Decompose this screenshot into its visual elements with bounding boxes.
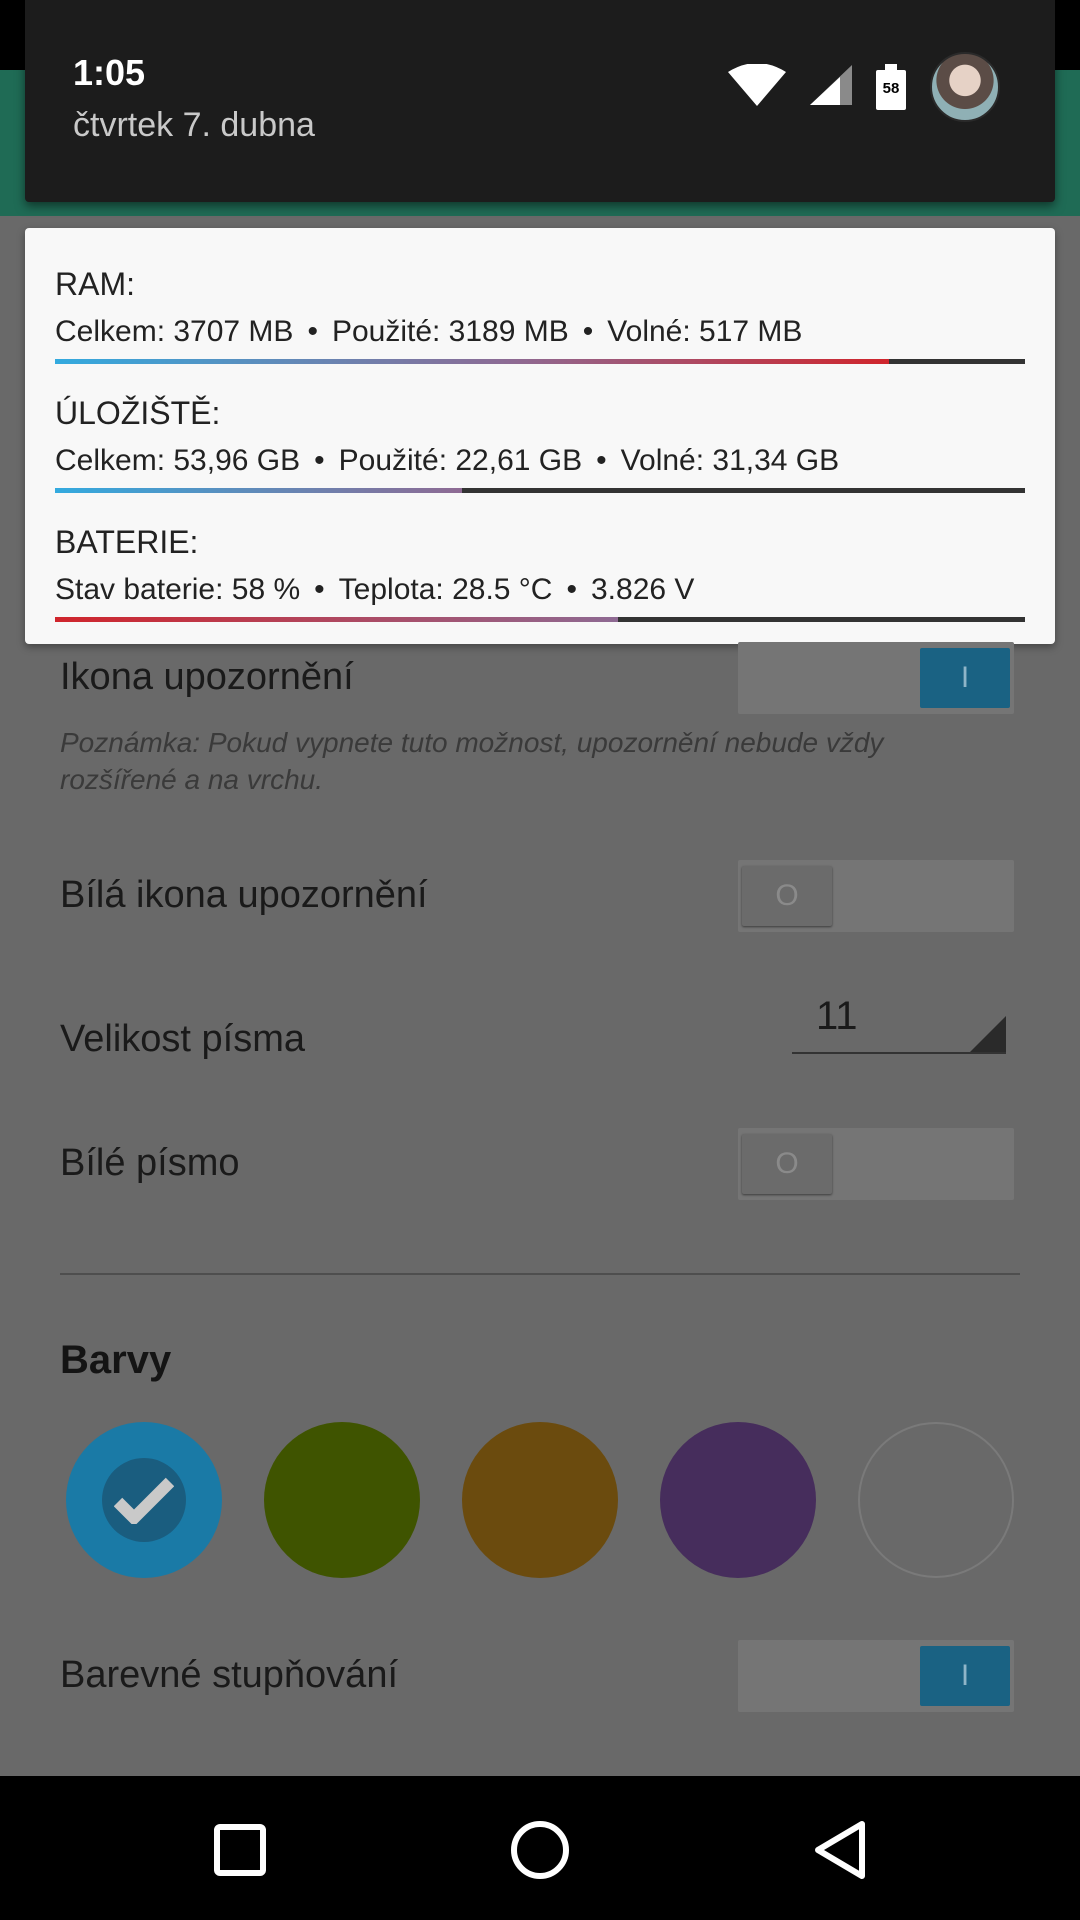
notification-icon-note: Poznámka: Pokud vypnete tuto možnost, up… (60, 727, 884, 795)
clock: 1:05 (73, 52, 146, 93)
toggle-thumb: O (742, 1134, 832, 1194)
home-button[interactable] (500, 1810, 580, 1890)
battery-voltage: 3.826 V (590, 573, 695, 606)
wifi-icon (728, 62, 786, 111)
battery-info: Stav baterie: 58 % • Teplota: 28.5 °C • 3.82… (55, 573, 695, 606)
dropdown-arrow-icon (970, 1016, 1006, 1052)
font-size-label: Velikost písma (60, 1018, 305, 1060)
white-font-toggle[interactable]: O (738, 1128, 1014, 1200)
home-icon (511, 1821, 569, 1879)
ram-used: Použité: 3189 MB (331, 315, 569, 348)
ram-section: RAM: Celkem: 3707 MB • Použité: 3189 MB • Vo… (55, 266, 1025, 364)
battery-level-text: 58 (882, 80, 900, 97)
white-icon-label: Bílá ikona upozornění (60, 874, 428, 916)
ram-usage-fill (55, 359, 890, 364)
divider (60, 1273, 1020, 1275)
font-size-spinner[interactable]: 11 (792, 990, 1006, 1054)
storage-info: Celkem: 53,96 GB • Použité: 22,61 GB • Volné… (55, 444, 840, 477)
storage-title: ÚLOŽIŠTĚ: (55, 395, 221, 431)
notification-icon-label: Ikona upozornění (60, 656, 354, 698)
ram-free: Volné: 517 MB (607, 315, 803, 348)
system-info-card[interactable]: RAM: Celkem: 3707 MB • Použité: 3189 MB • Vo… (25, 228, 1055, 644)
status-icons: 58 (728, 52, 1000, 122)
storage-used: Použité: 22,61 GB (338, 444, 583, 477)
notification-icon-toggle[interactable]: I (738, 642, 1014, 714)
back-button[interactable] (800, 1810, 880, 1890)
recents-icon (214, 1824, 266, 1876)
storage-total: Celkem: 53,96 GB (55, 444, 301, 477)
battery-icon: 58 (876, 64, 906, 110)
color-gradient-toggle[interactable]: I (738, 1640, 1014, 1712)
color-swatch-olive[interactable] (264, 1422, 420, 1578)
notification-shade-header: 1:05 čtvrtek 7. dubna 58 (25, 0, 1055, 202)
color-swatch-blue[interactable] (66, 1422, 222, 1578)
avatar[interactable] (930, 52, 1000, 122)
recents-button[interactable] (200, 1810, 280, 1890)
battery-level-fill (55, 617, 618, 622)
date: čtvrtek 7. dubna (73, 106, 315, 144)
color-gradient-label: Barevné stupňování (60, 1654, 399, 1696)
battery-level-bar (55, 617, 1025, 622)
ram-usage-bar (55, 359, 1025, 364)
toggle-thumb: I (920, 1646, 1010, 1706)
font-size-value: 11 (816, 994, 858, 1038)
battery-section: BATERIE: Stav baterie: 58 % • Teplota: 28.… (55, 524, 1025, 622)
battery-temperature: Teplota: 28.5 °C (338, 573, 553, 606)
storage-usage-fill (55, 488, 463, 493)
ram-info: Celkem: 3707 MB • Použité: 3189 MB • Volné: … (55, 315, 803, 348)
color-swatch-purple[interactable] (660, 1422, 816, 1578)
toggle-thumb: I (920, 648, 1010, 708)
white-font-label: Bílé písmo (60, 1142, 240, 1184)
color-swatch-orange[interactable] (462, 1422, 618, 1578)
storage-usage-bar (55, 488, 1025, 493)
cell-signal-icon (810, 64, 852, 110)
colors-section-title: Barvy (60, 1338, 172, 1382)
toggle-thumb: O (742, 866, 832, 926)
storage-section: ÚLOŽIŠTĚ: Celkem: 53,96 GB • Použité: 22,6… (55, 395, 1025, 493)
color-swatch-empty[interactable] (858, 1422, 1014, 1578)
ram-title: RAM: (55, 266, 135, 302)
storage-free: Volné: 31,34 GB (620, 444, 840, 477)
battery-title: BATERIE: (55, 524, 199, 560)
battery-state: Stav baterie: 58 % (55, 573, 301, 606)
ram-total: Celkem: 3707 MB (55, 315, 294, 348)
navigation-bar (0, 1776, 1080, 1920)
check-icon (114, 1477, 174, 1524)
back-icon (815, 1821, 865, 1879)
white-icon-toggle[interactable]: O (738, 860, 1014, 932)
